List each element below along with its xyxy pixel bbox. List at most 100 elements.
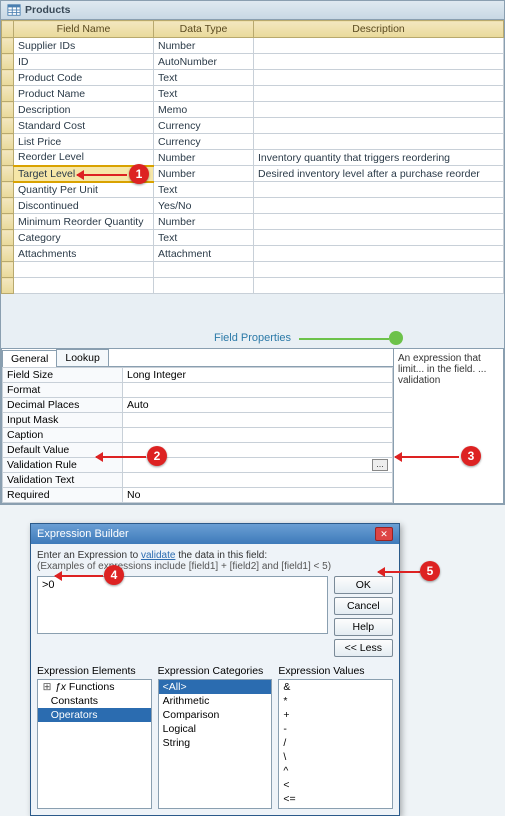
cell-field-name[interactable]: List Price (14, 134, 154, 150)
cell-data-type[interactable]: Number (154, 214, 254, 230)
cell-field-name[interactable]: ID (14, 54, 154, 70)
table-row[interactable] (2, 278, 504, 294)
cell-data-type[interactable]: Yes/No (154, 198, 254, 214)
cell-data-type[interactable]: Text (154, 182, 254, 198)
ok-button[interactable]: OK (334, 576, 393, 594)
property-value[interactable] (123, 413, 393, 428)
categories-list[interactable]: <All>ArithmeticComparisonLogicalString (158, 679, 273, 809)
cell-field-name[interactable]: Minimum Reorder Quantity (14, 214, 154, 230)
row-selector[interactable] (2, 86, 14, 102)
cell-data-type[interactable]: Number (154, 150, 254, 166)
cell-data-type[interactable]: Text (154, 70, 254, 86)
cell-field-name[interactable]: Product Name (14, 86, 154, 102)
row-selector[interactable] (2, 134, 14, 150)
row-selector[interactable] (2, 198, 14, 214)
cell-data-type[interactable]: Currency (154, 134, 254, 150)
table-row[interactable]: IDAutoNumber (2, 54, 504, 70)
row-selector[interactable] (2, 246, 14, 262)
list-item[interactable]: Logical (159, 722, 272, 736)
cell-description[interactable] (254, 54, 504, 70)
table-row[interactable]: List PriceCurrency (2, 134, 504, 150)
cell-data-type[interactable]: Text (154, 230, 254, 246)
list-item[interactable]: <> (279, 806, 392, 809)
cell-description[interactable]: Desired inventory level after a purchase… (254, 166, 504, 182)
cancel-button[interactable]: Cancel (334, 597, 393, 615)
list-item[interactable]: Operators (38, 708, 151, 722)
cell-field-name[interactable]: Quantity Per Unit (14, 182, 154, 198)
row-selector[interactable] (2, 182, 14, 198)
cell-description[interactable] (254, 246, 504, 262)
tab-lookup[interactable]: Lookup (56, 349, 108, 366)
row-selector[interactable] (2, 214, 14, 230)
list-item[interactable]: Comparison (159, 708, 272, 722)
validate-link[interactable]: validate (141, 550, 175, 561)
list-item[interactable]: & (279, 680, 392, 694)
close-icon[interactable]: ✕ (375, 527, 393, 541)
row-selector[interactable] (2, 230, 14, 246)
cell-data-type[interactable]: Memo (154, 102, 254, 118)
property-row[interactable]: Validation Text (3, 473, 393, 488)
list-item[interactable]: / (279, 736, 392, 750)
cell-description[interactable] (254, 38, 504, 54)
cell-field-name[interactable]: Standard Cost (14, 118, 154, 134)
table-row[interactable]: Reorder LevelNumberInventory quantity th… (2, 150, 504, 166)
cell-description[interactable] (254, 102, 504, 118)
list-item[interactable]: Arithmetic (159, 694, 272, 708)
list-item[interactable]: \ (279, 750, 392, 764)
row-selector[interactable] (2, 70, 14, 86)
property-value[interactable] (123, 473, 393, 488)
cell-data-type[interactable]: Number (154, 38, 254, 54)
table-row[interactable]: Minimum Reorder QuantityNumber (2, 214, 504, 230)
cell-data-type[interactable]: Text (154, 86, 254, 102)
cell-description[interactable] (254, 70, 504, 86)
list-item[interactable]: Constants (38, 694, 151, 708)
list-item[interactable]: ⊞ ƒx Functions (38, 680, 151, 694)
property-row[interactable]: Field SizeLong Integer (3, 368, 393, 383)
builder-button[interactable]: … (372, 459, 388, 471)
list-item[interactable]: < (279, 778, 392, 792)
property-row[interactable]: Format (3, 383, 393, 398)
expression-input[interactable]: >0 (37, 576, 328, 634)
table-row[interactable]: CategoryText (2, 230, 504, 246)
table-row[interactable]: Standard CostCurrency (2, 118, 504, 134)
list-item[interactable]: ^ (279, 764, 392, 778)
field-grid[interactable]: Field Name Data Type Description Supplie… (1, 20, 504, 294)
property-value[interactable]: Long Integer (123, 368, 393, 383)
cell-data-type[interactable]: Attachment (154, 246, 254, 262)
cell-field-name[interactable]: Supplier IDs (14, 38, 154, 54)
table-row[interactable]: Product CodeText (2, 70, 504, 86)
property-row[interactable]: Caption (3, 428, 393, 443)
table-row[interactable]: DiscontinuedYes/No (2, 198, 504, 214)
row-selector[interactable] (2, 166, 14, 182)
property-table[interactable]: Field SizeLong IntegerFormatDecimal Plac… (2, 367, 393, 503)
values-list[interactable]: &*+-/\^<<=<>=>>= (278, 679, 393, 809)
help-button[interactable]: Help (334, 618, 393, 636)
list-item[interactable]: + (279, 708, 392, 722)
cell-description[interactable]: Inventory quantity that triggers reorder… (254, 150, 504, 166)
list-item[interactable]: <= (279, 792, 392, 806)
table-row[interactable]: Quantity Per UnitText (2, 182, 504, 198)
property-row[interactable]: RequiredNo (3, 488, 393, 503)
table-row[interactable]: DescriptionMemo (2, 102, 504, 118)
cell-field-name[interactable]: Discontinued (14, 198, 154, 214)
col-field-name[interactable]: Field Name (14, 21, 154, 38)
row-selector[interactable] (2, 118, 14, 134)
property-value[interactable] (123, 428, 393, 443)
row-selector[interactable] (2, 150, 14, 166)
elements-list[interactable]: ⊞ ƒx Functions Constants Operators (37, 679, 152, 809)
row-selector[interactable] (2, 102, 14, 118)
table-row[interactable]: Product NameText (2, 86, 504, 102)
property-value[interactable]: No (123, 488, 393, 503)
cell-description[interactable] (254, 134, 504, 150)
cell-description[interactable] (254, 230, 504, 246)
property-value[interactable]: Auto (123, 398, 393, 413)
table-row[interactable]: AttachmentsAttachment (2, 246, 504, 262)
row-selector[interactable] (2, 38, 14, 54)
property-value[interactable] (123, 383, 393, 398)
cell-description[interactable] (254, 198, 504, 214)
property-row[interactable]: Validation Rule… (3, 458, 393, 473)
row-selector[interactable] (2, 278, 14, 294)
cell-description[interactable] (254, 118, 504, 134)
cell-field-name[interactable]: Category (14, 230, 154, 246)
cell-data-type[interactable]: Number (154, 166, 254, 182)
